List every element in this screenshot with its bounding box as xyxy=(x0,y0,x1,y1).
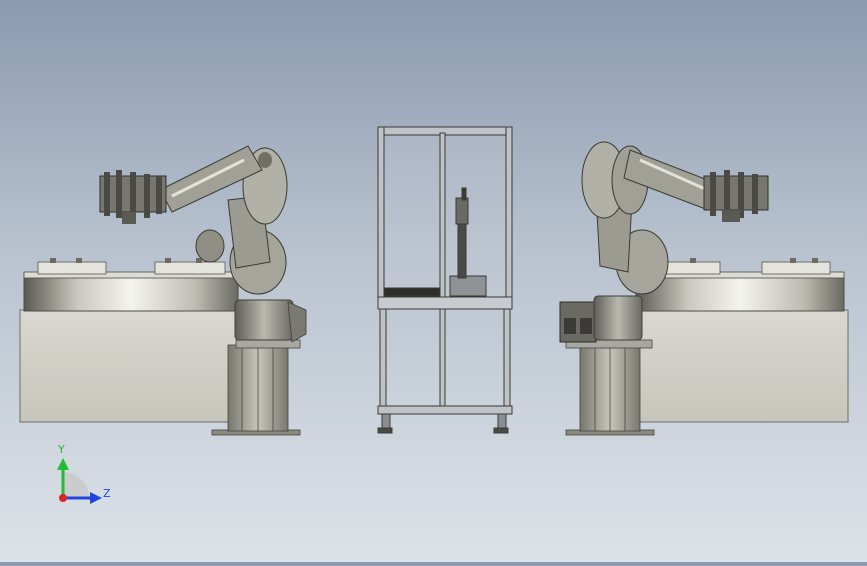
left-fixture-a xyxy=(37,261,107,275)
cad-viewport[interactable]: Y Z xyxy=(0,0,867,562)
left-rotary-table xyxy=(23,274,239,312)
triad-origin xyxy=(59,494,67,502)
right-fixture-a xyxy=(661,261,721,275)
frame-bottom-rail xyxy=(377,405,513,415)
right-fixture-b xyxy=(761,261,831,275)
left-cabinet xyxy=(19,309,239,423)
cad-scene: Y Z xyxy=(19,126,849,504)
z-axis-label: Z xyxy=(103,487,111,500)
center-frame xyxy=(377,126,513,434)
triad-quadrant xyxy=(63,472,89,498)
right-cabinet xyxy=(637,309,849,423)
right-robot-gripper xyxy=(703,170,769,222)
axis-triad: Y Z xyxy=(57,443,111,504)
left-fixture-b xyxy=(154,261,226,275)
y-axis-label: Y xyxy=(57,443,65,456)
frame-tabletop xyxy=(377,296,513,310)
right-station xyxy=(559,141,849,436)
left-robot-gripper xyxy=(99,170,167,224)
right-rotary-table xyxy=(635,274,845,312)
left-station xyxy=(19,145,307,436)
right-robot-base xyxy=(593,295,643,341)
left-robot-base xyxy=(234,299,294,341)
